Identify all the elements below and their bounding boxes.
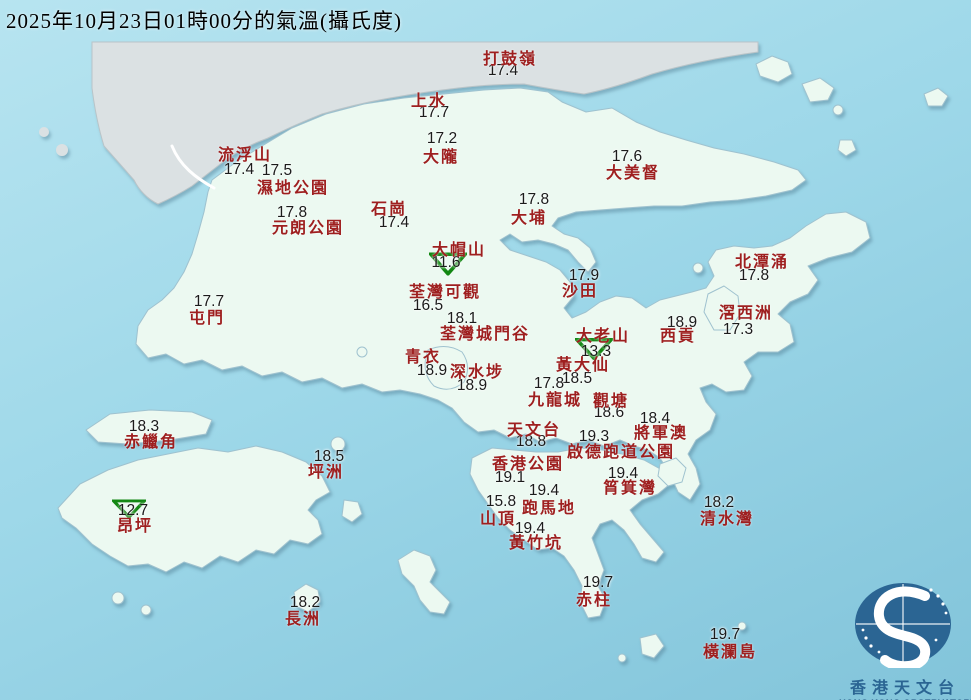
station-name: 滘西洲 <box>719 299 773 323</box>
station-name: 荃灣可觀 <box>409 278 481 302</box>
station-name: 黃大仙 <box>556 351 610 375</box>
station-name: 屯門 <box>189 304 225 328</box>
station-name: 坪洲 <box>308 458 344 482</box>
hko-regional-temperature-map: 2025年10月23日01時00分的氣溫(攝氏度) 17.4打鼓嶺17.7上水1… <box>0 0 971 700</box>
station-name: 九龍城 <box>528 386 582 410</box>
station-temperature: 17.3 <box>723 321 753 339</box>
station-name: 濕地公園 <box>257 174 329 198</box>
station-name: 昂坪 <box>117 512 153 536</box>
station-name: 深水埗 <box>450 358 504 382</box>
map-title: 2025年10月23日01時00分的氣溫(攝氏度) <box>6 5 402 35</box>
stations-layer: 17.4打鼓嶺17.7上水17.2大隴17.6大美督17.4流浮山17.5濕地公… <box>0 0 971 700</box>
station-name: 山頂 <box>480 505 516 529</box>
station-name: 石崗 <box>371 195 407 219</box>
station-name: 大帽山 <box>432 236 486 260</box>
station-name: 筲箕灣 <box>603 474 657 498</box>
hko-logo-emblem <box>839 576 971 668</box>
station-name: 黃竹坑 <box>509 529 563 553</box>
station-name: 大老山 <box>576 322 630 346</box>
station-name: 打鼓嶺 <box>483 45 537 69</box>
station-name: 西貢 <box>660 322 696 346</box>
station-name: 大埔 <box>511 204 547 228</box>
hko-logo-chinese-name: 香港天文台 <box>839 674 971 698</box>
station-name: 大隴 <box>423 143 459 167</box>
station-name: 觀塘 <box>593 387 629 411</box>
station-name: 跑馬地 <box>522 494 576 518</box>
station-name: 橫瀾島 <box>703 638 757 662</box>
hko-logo: 香港天文台 HONG KONG OBSERVATORY <box>839 576 971 700</box>
station-name: 赤柱 <box>576 586 612 610</box>
station-name: 北潭涌 <box>735 248 789 272</box>
station-name: 天文台 <box>507 416 561 440</box>
station-name: 青衣 <box>405 343 441 367</box>
station-name: 赤鱲角 <box>124 428 178 452</box>
station-name: 荃灣城門谷 <box>440 320 530 344</box>
station-name: 沙田 <box>562 277 598 301</box>
station-name: 啟德跑道公園 <box>567 438 675 462</box>
station-name: 香港公園 <box>492 450 564 474</box>
station-name: 長洲 <box>285 605 321 629</box>
station-name: 上水 <box>411 87 447 111</box>
station-name: 元朗公園 <box>272 214 344 238</box>
station-name: 清水灣 <box>700 505 754 529</box>
station-name: 大美督 <box>606 159 660 183</box>
